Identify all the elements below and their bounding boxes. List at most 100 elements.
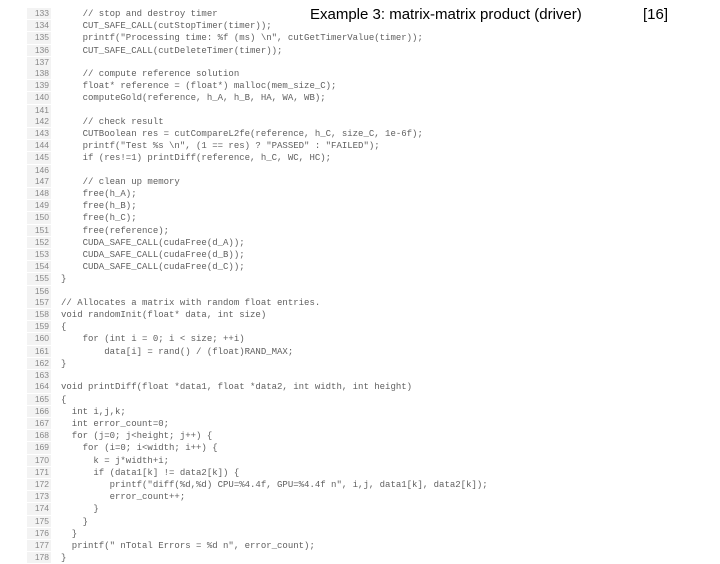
line-number: 143 — [27, 128, 51, 139]
code-text: void printDiff(float *data1, float *data… — [61, 382, 412, 393]
code-line: 153 CUDA_SAFE_CALL(cudaFree(d_B)); — [27, 249, 577, 261]
line-number: 160 — [27, 333, 51, 344]
code-text: { — [61, 322, 66, 333]
line-number: 158 — [27, 309, 51, 320]
code-text: free(h_B); — [61, 201, 137, 212]
code-text: error_count++; — [61, 492, 185, 503]
line-number: 161 — [27, 346, 51, 357]
line-number: 137 — [27, 57, 51, 68]
code-line: 163 — [27, 370, 577, 381]
code-line: 139 float* reference = (float*) malloc(m… — [27, 80, 577, 92]
line-number: 150 — [27, 212, 51, 223]
code-text: // compute reference solution — [61, 69, 239, 80]
code-line: 158 void randomInit(float* data, int size… — [27, 309, 577, 321]
line-number: 171 — [27, 467, 51, 478]
code-text: free(reference); — [61, 226, 169, 237]
code-text: CUDA_SAFE_CALL(cudaFree(d_C)); — [61, 262, 245, 273]
line-number: 170 — [27, 455, 51, 466]
code-line: 148 free(h_A); — [27, 188, 577, 200]
code-line: 171 if (data1[k] != data2[k]) { — [27, 467, 577, 479]
code-line: 168 for (j=0; j<height; j++) { — [27, 430, 577, 442]
line-number: 142 — [27, 116, 51, 127]
line-number: 168 — [27, 430, 51, 441]
line-number: 155 — [27, 273, 51, 284]
code-line: 135 printf("Processing time: %f (ms) \n"… — [27, 32, 577, 44]
code-text: // check result — [61, 117, 164, 128]
code-text: // stop and destroy timer — [61, 9, 218, 20]
code-text: for (j=0; j<height; j++) { — [61, 431, 212, 442]
code-line: 166 int i,j,k; — [27, 406, 577, 418]
code-line: 155} — [27, 273, 577, 285]
code-text: data[i] = rand() / (float)RAND_MAX; — [61, 347, 293, 358]
code-line: 160 for (int i = 0; i < size; ++i) — [27, 333, 577, 345]
line-number: 133 — [27, 8, 51, 19]
line-number: 145 — [27, 152, 51, 163]
line-number: 147 — [27, 176, 51, 187]
line-number: 174 — [27, 503, 51, 514]
code-text: if (data1[k] != data2[k]) { — [61, 468, 239, 479]
line-number: 140 — [27, 92, 51, 103]
code-line: 177 printf(" nTotal Errors = %d n", erro… — [27, 540, 577, 552]
line-number: 176 — [27, 528, 51, 539]
code-line: 140 computeGold(reference, h_A, h_B, HA,… — [27, 92, 577, 104]
line-number: 173 — [27, 491, 51, 502]
code-line: 157// Allocates a matrix with random flo… — [27, 297, 577, 309]
line-number: 148 — [27, 188, 51, 199]
line-number: 135 — [27, 32, 51, 43]
code-text: printf("diff(%d,%d) CPU=%4.4f, GPU=%4.4f… — [61, 480, 488, 491]
code-line: 176 } — [27, 528, 577, 540]
code-line: 144 printf("Test %s \n", (1 == res) ? "P… — [27, 140, 577, 152]
slide-page-number: [16] — [643, 6, 668, 23]
code-line: 169 for (i=0; i<width; i++) { — [27, 442, 577, 454]
line-number: 164 — [27, 381, 51, 392]
code-line: 141 — [27, 105, 577, 116]
code-line: 133 // stop and destroy timer — [27, 8, 577, 20]
code-text: { — [61, 395, 66, 406]
line-number: 139 — [27, 80, 51, 91]
line-number: 153 — [27, 249, 51, 260]
code-line: 134 CUT_SAFE_CALL(cutStopTimer(timer)); — [27, 20, 577, 32]
line-number: 144 — [27, 140, 51, 151]
code-line: 147 // clean up memory — [27, 176, 577, 188]
line-number: 157 — [27, 297, 51, 308]
code-text: void randomInit(float* data, int size) — [61, 310, 266, 321]
code-text: } — [61, 359, 66, 370]
code-line: 143 CUTBoolean res = cutCompareL2fe(refe… — [27, 128, 577, 140]
code-line: 167 int error_count=0; — [27, 418, 577, 430]
code-text: } — [61, 504, 99, 515]
line-number: 149 — [27, 200, 51, 211]
code-text: CUTBoolean res = cutCompareL2fe(referenc… — [61, 129, 423, 140]
code-line: 145 if (res!=1) printDiff(reference, h_C… — [27, 152, 577, 164]
code-line: 172 printf("diff(%d,%d) CPU=%4.4f, GPU=%… — [27, 479, 577, 491]
line-number: 136 — [27, 45, 51, 56]
code-text: // clean up memory — [61, 177, 180, 188]
code-line: 162} — [27, 358, 577, 370]
code-line: 142 // check result — [27, 116, 577, 128]
code-line: 146 — [27, 165, 577, 176]
code-line: 164 void printDiff(float *data1, float *d… — [27, 381, 577, 393]
line-number: 141 — [27, 105, 51, 116]
line-number: 138 — [27, 68, 51, 79]
line-number: 167 — [27, 418, 51, 429]
code-text: CUDA_SAFE_CALL(cudaFree(d_B)); — [61, 250, 245, 261]
code-text: k = j*width+i; — [61, 456, 169, 467]
code-text: computeGold(reference, h_A, h_B, HA, WA,… — [61, 93, 326, 104]
line-number: 152 — [27, 237, 51, 248]
code-text: int i,j,k; — [61, 407, 126, 418]
code-line: 137 — [27, 57, 577, 68]
code-text: for (int i = 0; i < size; ++i) — [61, 334, 245, 345]
code-text: free(h_C); — [61, 213, 137, 224]
line-number: 159 — [27, 321, 51, 332]
code-line: 165{ — [27, 394, 577, 406]
code-line: 175 } — [27, 516, 577, 528]
code-line: 170 k = j*width+i; — [27, 455, 577, 467]
line-number: 169 — [27, 442, 51, 453]
line-number: 172 — [27, 479, 51, 490]
code-line: 151 free(reference); — [27, 225, 577, 237]
code-line: 150 free(h_C); — [27, 212, 577, 224]
code-text: int error_count=0; — [61, 419, 169, 430]
code-line: 136 CUT_SAFE_CALL(cutDeleteTimer(timer))… — [27, 45, 577, 57]
code-text: } — [61, 553, 66, 564]
code-line: 149 free(h_B); — [27, 200, 577, 212]
code-line: 138 // compute reference solution — [27, 68, 577, 80]
